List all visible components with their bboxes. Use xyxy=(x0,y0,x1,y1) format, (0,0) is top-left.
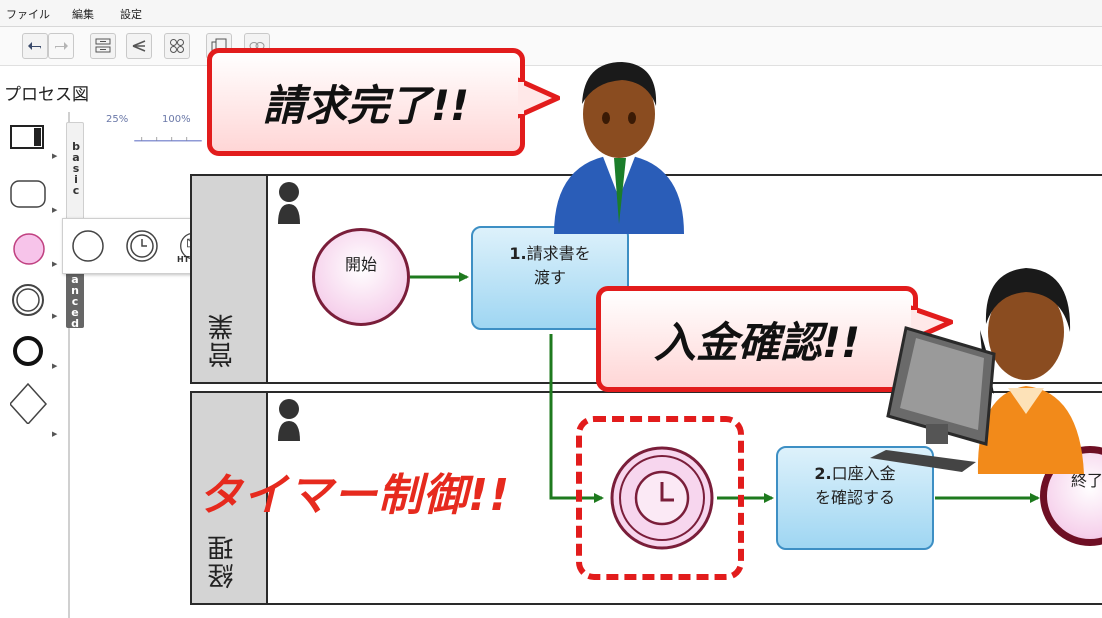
timer-intermediate-event[interactable] xyxy=(608,444,716,552)
start-event[interactable]: 開始 xyxy=(312,228,410,326)
accountant-at-computer-icon xyxy=(870,268,1084,474)
callout-invoice-done: 請求完了!! xyxy=(207,48,525,156)
callout-invoice-done-text: 請求完了!! xyxy=(262,80,470,130)
timer-control-caption: タイマー制御!! xyxy=(198,470,511,521)
start-event-label: 開始 xyxy=(344,255,377,274)
businessman-avatar-icon xyxy=(554,62,684,234)
task-2-title-line2: を確認する xyxy=(814,488,895,507)
task-1-title: 1.請求書を xyxy=(509,244,591,263)
callout-payment-check-text: 入金確認!! xyxy=(653,317,861,367)
clock-icon xyxy=(634,470,690,526)
monitor-icon xyxy=(870,326,996,472)
